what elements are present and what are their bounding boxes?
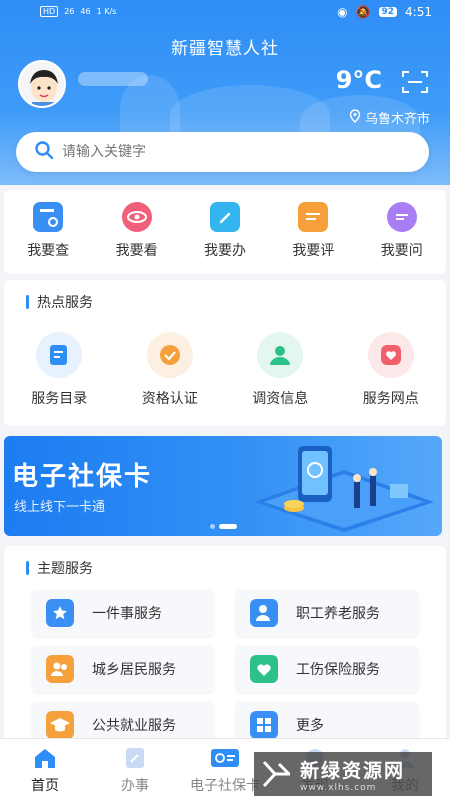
quick-action-rate[interactable]: 我要评 bbox=[273, 202, 353, 260]
clock: 4:51 bbox=[405, 5, 432, 19]
eye-icon bbox=[121, 202, 152, 232]
app-title: 新疆智慧人社 bbox=[171, 39, 279, 59]
hot-service-outlets[interactable]: 服务网点 bbox=[341, 332, 441, 408]
theme-service-label: 职工养老服务 bbox=[296, 606, 380, 622]
graduation-icon bbox=[46, 711, 74, 739]
grid-icon bbox=[250, 711, 278, 739]
theme-service-label: 工伤保险服务 bbox=[296, 662, 380, 678]
user-name-blurred bbox=[78, 72, 148, 86]
hot-service-label: 服务网点 bbox=[362, 391, 419, 407]
search-bar[interactable] bbox=[16, 132, 429, 172]
watermark: 新绿资源网 www.xlhs.com bbox=[254, 752, 432, 796]
quick-action-label: 我要查 bbox=[27, 243, 70, 259]
signal-badge: 26 bbox=[64, 7, 75, 16]
theme-services: 主题服务 一件事服务 职工养老服务 城乡居民服务 工伤保险服务 公共就业服务 更… bbox=[4, 546, 446, 748]
section-accent bbox=[26, 561, 29, 575]
quick-action-label: 我要评 bbox=[292, 243, 335, 259]
banner-title: 电子社保卡 bbox=[12, 462, 153, 492]
eye-icon: ◉ bbox=[337, 5, 348, 19]
hot-service-certification[interactable]: 资格认证 bbox=[120, 332, 220, 408]
person-icon bbox=[257, 332, 304, 378]
location[interactable]: 乌鲁木齐市 bbox=[349, 108, 430, 127]
signal-badge: 46 bbox=[80, 7, 91, 16]
tab-home[interactable]: 首页 bbox=[0, 747, 90, 800]
carousel-dot-active[interactable] bbox=[219, 524, 237, 529]
theme-service-pension[interactable]: 职工养老服务 bbox=[236, 590, 418, 636]
mute-icon: 🔕 bbox=[355, 5, 371, 19]
theme-service-label: 公共就业服务 bbox=[92, 718, 176, 734]
folder-pen-icon bbox=[209, 202, 240, 232]
theme-service-label: 城乡居民服务 bbox=[92, 662, 176, 678]
quick-action-label: 我要问 bbox=[380, 243, 423, 259]
banner-illustration bbox=[254, 446, 434, 532]
hot-service-label: 资格认证 bbox=[141, 391, 198, 407]
heart-icon bbox=[250, 655, 278, 683]
carousel-dots bbox=[210, 524, 237, 529]
hot-service-catalog[interactable]: 服务目录 bbox=[9, 332, 109, 408]
theme-service-label: 一件事服务 bbox=[92, 606, 162, 622]
watermark-text: 新绿资源网 bbox=[300, 759, 406, 782]
quick-action-query[interactable]: 我要查 bbox=[8, 202, 88, 260]
card-icon bbox=[210, 747, 240, 769]
hot-service-label: 服务目录 bbox=[31, 391, 88, 407]
home-icon bbox=[33, 747, 57, 769]
star-badge-icon bbox=[46, 599, 74, 627]
weather-temperature: 9°C bbox=[335, 66, 382, 94]
hot-services-title: 热点服务 bbox=[37, 295, 93, 311]
tab-label: 首页 bbox=[31, 778, 59, 794]
social-security-card-banner[interactable]: 电子社保卡 线上线下一卡通 bbox=[4, 436, 442, 536]
search-icon bbox=[34, 140, 54, 164]
check-badge-icon bbox=[146, 332, 193, 378]
tab-label: 电子社保卡 bbox=[190, 778, 260, 794]
theme-service-one-thing[interactable]: 一件事服务 bbox=[32, 590, 214, 636]
header: HD 26 46 1 K/s ◉ 🔕 92 4:51 新疆智慧人社 9°C 乌鲁… bbox=[0, 0, 450, 185]
search-doc-icon bbox=[33, 202, 64, 232]
theme-service-label: 更多 bbox=[296, 718, 324, 734]
theme-service-residents[interactable]: 城乡居民服务 bbox=[32, 646, 214, 692]
pen-icon bbox=[123, 747, 147, 769]
tab-services[interactable]: 办事 bbox=[90, 747, 180, 800]
people-icon bbox=[46, 655, 74, 683]
chat-icon bbox=[386, 202, 417, 232]
theme-services-title: 主题服务 bbox=[37, 561, 93, 577]
banner-subtitle: 线上线下一卡通 bbox=[14, 500, 106, 515]
quick-action-handle[interactable]: 我要办 bbox=[185, 202, 265, 260]
catalog-icon bbox=[36, 332, 83, 378]
hd-badge: HD bbox=[40, 6, 59, 17]
speed-badge: 1 K/s bbox=[96, 7, 117, 16]
search-input[interactable] bbox=[62, 144, 382, 160]
quick-action-label: 我要办 bbox=[203, 243, 246, 259]
tab-label: 办事 bbox=[121, 778, 149, 794]
hot-service-salary[interactable]: 调资信息 bbox=[230, 332, 330, 408]
battery-indicator: 92 bbox=[378, 7, 398, 17]
section-accent bbox=[26, 295, 29, 309]
quick-action-label: 我要看 bbox=[115, 243, 158, 259]
section-title: 主题服务 bbox=[26, 558, 93, 578]
watermark-logo bbox=[262, 760, 291, 788]
location-pin-icon bbox=[349, 108, 361, 127]
location-label: 乌鲁木齐市 bbox=[364, 112, 430, 127]
status-bar: HD 26 46 1 K/s ◉ 🔕 92 4:51 bbox=[0, 0, 450, 26]
watermark-url: www.xlhs.com bbox=[300, 782, 377, 793]
hot-service-label: 调资信息 bbox=[252, 391, 309, 407]
scan-icon[interactable] bbox=[402, 70, 428, 94]
quick-action-view[interactable]: 我要看 bbox=[97, 202, 177, 260]
section-title: 热点服务 bbox=[26, 292, 93, 312]
quick-actions: 我要查 我要看 我要办 我要评 我要问 bbox=[4, 190, 446, 274]
avatar[interactable] bbox=[18, 60, 66, 108]
carousel-dot[interactable] bbox=[210, 524, 215, 529]
elder-icon bbox=[250, 599, 278, 627]
comment-icon bbox=[298, 202, 329, 232]
quick-action-ask[interactable]: 我要问 bbox=[362, 202, 442, 260]
heart-pin-icon bbox=[367, 332, 414, 378]
hot-services: 热点服务 服务目录 资格认证 调资信息 服务网点 bbox=[4, 280, 446, 426]
theme-service-injury[interactable]: 工伤保险服务 bbox=[236, 646, 418, 692]
